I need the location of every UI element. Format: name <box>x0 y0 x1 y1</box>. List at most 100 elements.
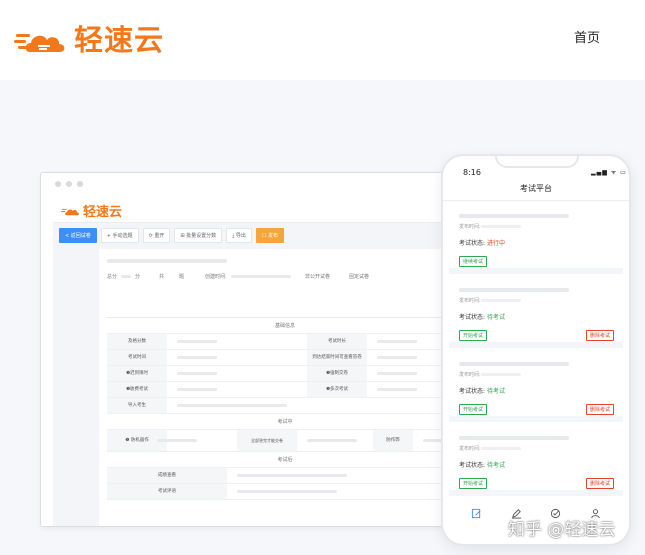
exam-status: 考试状态: 进行中 <box>459 238 505 247</box>
publish-button[interactable]: ☐ 发布 <box>255 227 285 243</box>
edit-doc-icon[interactable] <box>470 506 484 520</box>
exam-status-value: 待考试 <box>486 388 505 395</box>
start-exam-button[interactable]: 开始考试 <box>459 330 488 341</box>
publish-time-placeholder <box>481 225 521 228</box>
value-placeholder <box>377 356 417 359</box>
created-time-label: 创建时间: <box>205 274 227 280</box>
exam-name-placeholder <box>459 214 569 218</box>
setting-label: 防作弊 <box>373 430 413 451</box>
exam-card[interactable]: 发布时间: 考试状态: 待考试 开始考试 删除考试 <box>449 428 623 496</box>
exam-status-label: 考试状态: <box>459 314 486 321</box>
fixed-status: 固定试卷 <box>349 274 370 280</box>
window-dot <box>77 181 83 187</box>
value-placeholder <box>237 490 337 493</box>
exam-status: 考试状态: 待考试 <box>459 386 505 395</box>
value-placeholder <box>177 404 287 407</box>
setting-label: 考试评语 <box>107 484 227 499</box>
exam-status-value: 进行中 <box>486 240 505 247</box>
setting-label: 及格分数 <box>107 334 167 349</box>
export-button[interactable]: ⤓ 导出 <box>226 227 252 243</box>
exam-status: 考试状态: 待考试 <box>459 312 505 321</box>
publish-time-label: 发布时间: <box>459 372 481 378</box>
start-exam-button[interactable]: 开始考试 <box>459 478 488 489</box>
phone-notch <box>495 156 579 168</box>
score-placeholder <box>121 275 131 278</box>
total-score-label: 总分 <box>107 274 118 280</box>
exam-status-value: 待考试 <box>486 314 505 321</box>
count-prefix-label: 共 <box>159 274 165 280</box>
setting-label: 全部答完才能交卷 <box>237 430 297 451</box>
window-dot <box>66 181 72 187</box>
value-placeholder <box>157 439 197 442</box>
brand-logo[interactable]: 轻速云 <box>14 22 164 58</box>
exam-toolbar: < 返回试卷 + 手动选题 ⟳ 重开 ⊞ 批量设置分数 ⤓ 导出 ☐ 发布 <box>59 227 285 243</box>
publish-time-label: 发布时间: <box>459 224 481 230</box>
value-placeholder <box>177 340 217 343</box>
desktop-logo-text: 轻速云 <box>83 205 123 220</box>
setting-label: ❶多次考试 <box>307 382 367 397</box>
brand-name: 轻速云 <box>74 23 165 57</box>
desktop-logo[interactable]: 轻速云 <box>61 201 122 220</box>
setting-label: 到达结束时间可查看答卷 <box>307 350 367 365</box>
setting-label: ❶强制交卷 <box>307 366 367 381</box>
exam-settings-table: 基础信息 及格分数 考试时长 考试时间 到达结束时间可查看答卷 ❶迟到限时 ❶强 <box>107 317 457 500</box>
manual-select-button[interactable]: + 手动选题 <box>100 227 139 243</box>
exam-detail-panel: 总分 分 共 题 创建时间: 非公开试卷 固定试卷 基础信息 及格分数 考试时长… <box>99 249 457 526</box>
divider <box>443 200 629 201</box>
section-basic-title: 基础信息 <box>274 323 295 329</box>
setting-label: 导入考生 <box>107 398 167 413</box>
setting-label: 成绩查看 <box>107 468 227 483</box>
points-label: 分 <box>135 274 141 280</box>
value-placeholder <box>307 439 357 442</box>
setting-label: 考试时长 <box>307 334 367 349</box>
publish-time-label: 发布时间: <box>459 446 481 452</box>
exam-card[interactable]: 发布时间: 考试状态: 待考试 开始考试 删除考试 <box>449 354 623 422</box>
section-during-title: 考试中 <box>277 419 293 425</box>
exam-name-placeholder <box>459 362 569 366</box>
reopen-button[interactable]: ⟳ 重开 <box>142 227 171 243</box>
value-placeholder <box>377 372 417 375</box>
exam-status: 考试状态: 待考试 <box>459 460 505 469</box>
public-status: 非公开试卷 <box>305 274 331 280</box>
count-suffix-label: 题 <box>179 274 185 280</box>
setting-label: ❶收费考试 <box>107 382 167 397</box>
value-placeholder <box>177 372 217 375</box>
value-placeholder <box>177 388 217 391</box>
exam-name-placeholder <box>459 288 569 292</box>
cloud-logo-icon <box>14 34 65 52</box>
window-dots <box>55 181 83 187</box>
setting-label: 考试时间 <box>107 350 167 365</box>
exam-card[interactable]: 发布时间: 考试状态: 待考试 开始考试 删除考试 <box>449 280 623 348</box>
continue-exam-button[interactable]: 继续考试 <box>459 256 488 267</box>
phone-page-title: 考试平台 <box>520 184 552 193</box>
exam-status-label: 考试状态: <box>459 388 486 395</box>
status-time: 8:16 <box>463 168 481 177</box>
back-to-exams-button[interactable]: < 返回试卷 <box>59 227 97 243</box>
section-after-title: 考试后 <box>277 457 293 463</box>
value-placeholder <box>377 340 417 343</box>
exam-status-label: 考试状态: <box>459 240 486 247</box>
value-placeholder <box>377 388 417 391</box>
delete-exam-button[interactable]: 删除考试 <box>586 330 615 341</box>
setting-label: ❶迟到限时 <box>107 366 167 381</box>
phone-mockup: 8:16 ▂▄▆ ᯤ ▭ 考试平台 发布时间: 考试状态: 进行中 继续考试 发… <box>441 154 631 546</box>
title-placeholder <box>107 259 227 263</box>
exam-card[interactable]: 发布时间: 考试状态: 进行中 继续考试 <box>449 206 623 274</box>
publish-time-placeholder <box>481 373 521 376</box>
signal-wifi-battery-icon: ▂▄▆ ᯤ ▭ <box>591 169 627 176</box>
created-time-placeholder <box>231 275 291 278</box>
value-placeholder <box>177 356 217 359</box>
desktop-app-header: 轻速云 <box>53 195 457 223</box>
desktop-app: 轻速云 < 返回试卷 + 手动选题 ⟳ 重开 ⊞ 批量设置分数 ⤓ 导出 ☐ 发… <box>53 195 457 526</box>
exam-status-value: 待考试 <box>486 462 505 469</box>
exam-status-label: 考试状态: <box>459 462 486 469</box>
delete-exam-button[interactable]: 删除考试 <box>586 404 615 415</box>
start-exam-button[interactable]: 开始考试 <box>459 404 488 415</box>
top-header: 轻速云 首页 <box>0 0 645 80</box>
exam-name-placeholder <box>459 436 569 440</box>
delete-exam-button[interactable]: 删除考试 <box>586 478 615 489</box>
publish-time-placeholder <box>481 447 521 450</box>
desktop-mockup: 轻速云 < 返回试卷 + 手动选题 ⟳ 重开 ⊞ 批量设置分数 ⤓ 导出 ☐ 发… <box>40 172 458 527</box>
nav-home-link[interactable]: 首页 <box>574 27 600 46</box>
batch-score-button[interactable]: ⊞ 批量设置分数 <box>174 227 223 243</box>
